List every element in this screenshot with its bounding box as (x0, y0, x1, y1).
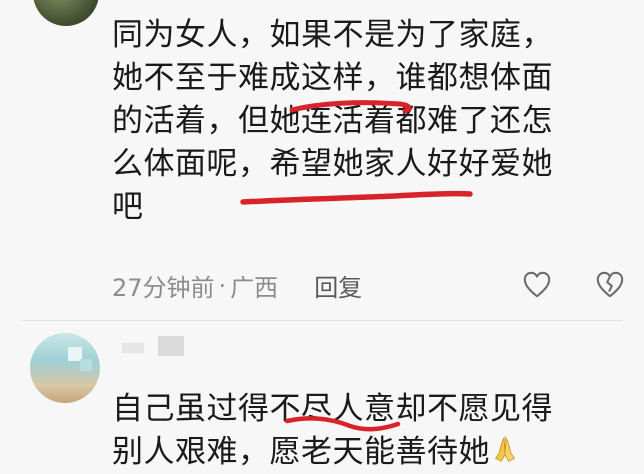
comment-time: 27分钟前 (112, 274, 215, 302)
reply-button[interactable]: 回复 (314, 268, 362, 303)
comment-line: 同为女人，如果不是为了家庭， (112, 17, 553, 53)
comment-line: 的活着，但她连活着都难了还怎 (112, 103, 553, 139)
comment-list: 同为女人，如果不是为了家庭， 她不至于难成这样，谁都想体面 的活着，但她连活着都… (0, 0, 644, 470)
comment-line-text: 别人艰难，愿老天能善待她 (112, 434, 490, 470)
username-redacted (122, 343, 144, 353)
comment-body: 自己虽过得不尽人意却不愿见得 别人艰难，愿老天能善待她 (112, 388, 612, 474)
divider (22, 320, 622, 321)
broken-heart-icon[interactable] (595, 270, 625, 300)
comment-line: 吧 (112, 189, 144, 225)
comment-body: 同为女人，如果不是为了家庭， 她不至于难成这样，谁都想体面 的活着，但她连活着都… (112, 14, 612, 229)
praying-hands-icon (494, 435, 516, 462)
comment-line: 她不至于难成这样，谁都想体面 (112, 60, 553, 96)
comment-meta: 27分钟前 · 广西 回复 (112, 268, 362, 303)
comment-line: 么体面呢，希望她家人好好爱她 (112, 146, 553, 182)
username-redacted (158, 336, 184, 356)
avatar[interactable] (33, 0, 99, 26)
heart-outline-icon[interactable] (522, 270, 552, 300)
comment-line: 自己虽过得不尽人意却不愿见得 (112, 391, 553, 427)
comment-line: 别人艰难，愿老天能善待她 (112, 431, 612, 474)
avatar[interactable] (30, 333, 100, 403)
comment-location: 广西 (230, 274, 279, 302)
meta-separator: · (218, 271, 227, 300)
